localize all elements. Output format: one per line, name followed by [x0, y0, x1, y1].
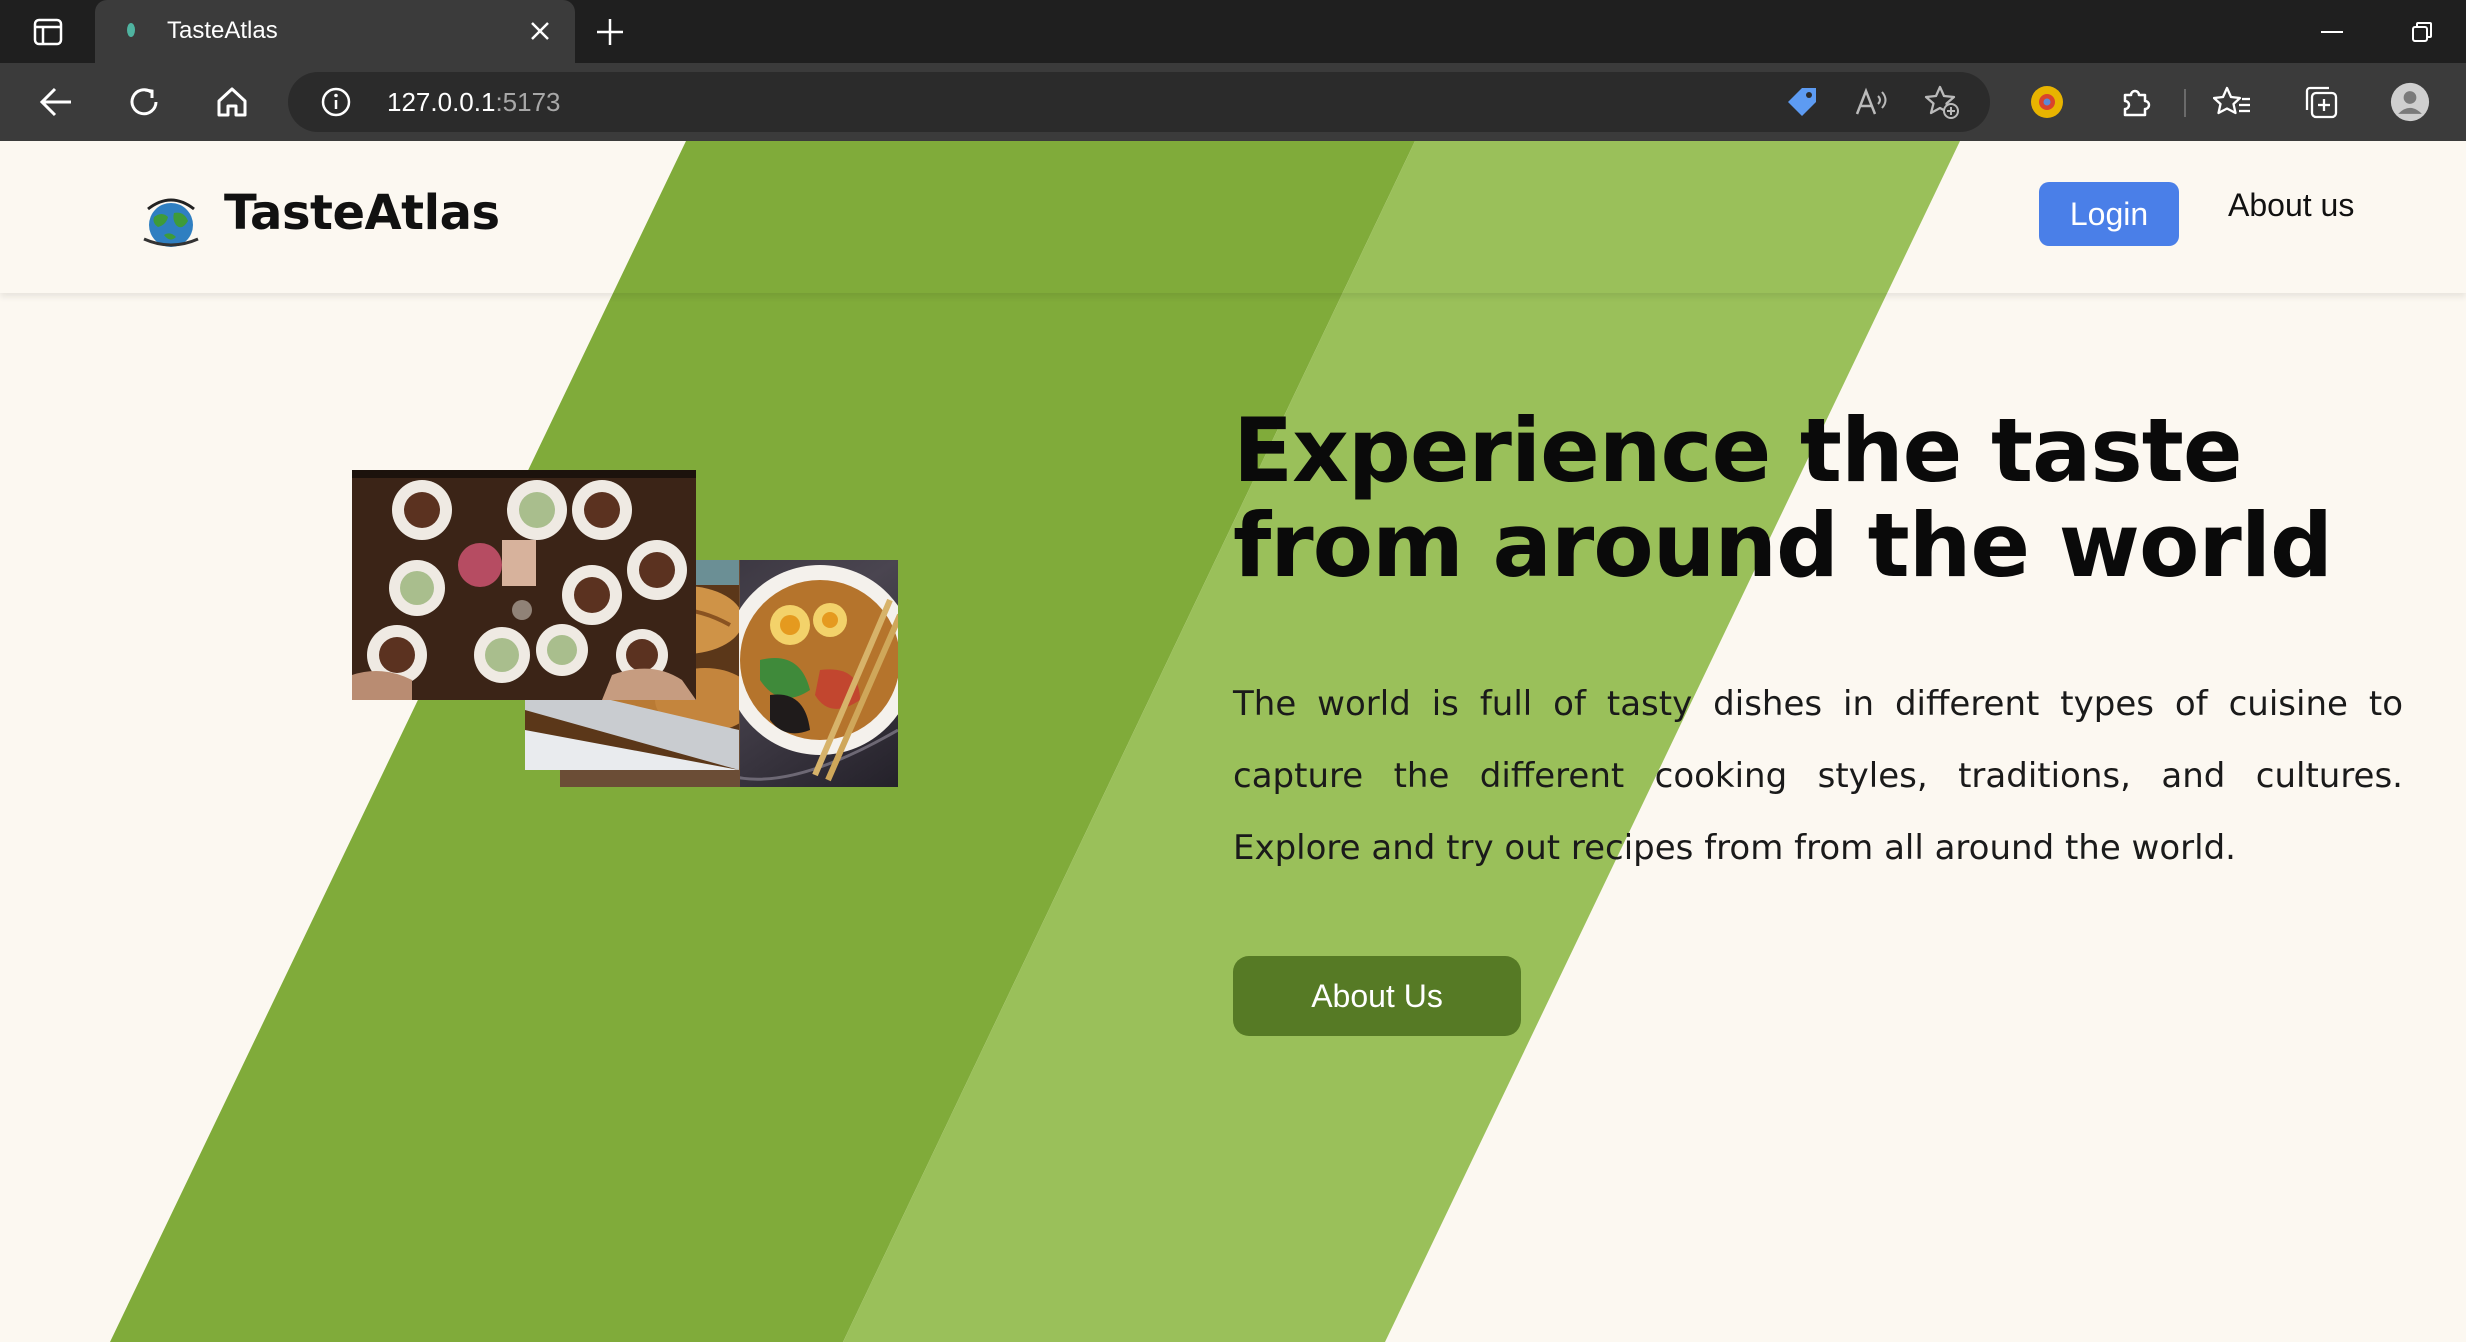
profile-icon[interactable]	[2390, 82, 2430, 122]
about-us-link[interactable]: About us	[2228, 187, 2354, 224]
collections-icon[interactable]	[2301, 82, 2341, 122]
table-spread-photo	[352, 470, 696, 700]
site-header: TasteAtlas Login About us	[0, 141, 2466, 293]
logo[interactable]	[138, 191, 204, 249]
plus-icon[interactable]	[590, 14, 630, 50]
hero-description: The world is full of tasty dishes in dif…	[1233, 684, 2403, 868]
browser-toolbar: 127.0.0.1:5173	[0, 63, 2466, 141]
url-text[interactable]: 127.0.0.1:5173	[387, 87, 561, 118]
puzzle-icon[interactable]	[2116, 82, 2156, 122]
brand-name[interactable]: TasteAtlas	[224, 185, 500, 241]
extension-badge-icon[interactable]	[2027, 82, 2067, 122]
favorites-icon[interactable]	[2212, 82, 2252, 122]
hero-title: Experience the taste from around the wor…	[1233, 399, 2333, 597]
favicon-icon	[125, 22, 137, 38]
login-button[interactable]: Login	[2039, 182, 2179, 246]
read-aloud-icon[interactable]	[1854, 84, 1890, 120]
home-icon[interactable]	[210, 80, 254, 124]
address-bar[interactable]: 127.0.0.1:5173	[288, 72, 1990, 132]
tab-title: TasteAtlas	[167, 17, 278, 44]
back-arrow-icon[interactable]	[34, 80, 78, 124]
browser-tab[interactable]: TasteAtlas	[95, 0, 575, 63]
sidebar-icon[interactable]	[24, 14, 72, 50]
tag-icon[interactable]	[1784, 84, 1820, 120]
browser-tab-bar: TasteAtlas	[0, 0, 2466, 63]
minimize-icon[interactable]	[2310, 14, 2354, 50]
refresh-icon[interactable]	[122, 80, 166, 124]
close-icon[interactable]	[525, 16, 555, 46]
add-favorite-icon[interactable]	[1924, 84, 1960, 120]
page-viewport: TasteAtlas Login About us Experience the…	[0, 141, 2466, 1342]
about-us-button[interactable]: About Us	[1233, 956, 1521, 1036]
info-icon[interactable]	[320, 86, 352, 118]
toolbar-separator	[2184, 89, 2186, 117]
restore-icon[interactable]	[2400, 14, 2444, 50]
